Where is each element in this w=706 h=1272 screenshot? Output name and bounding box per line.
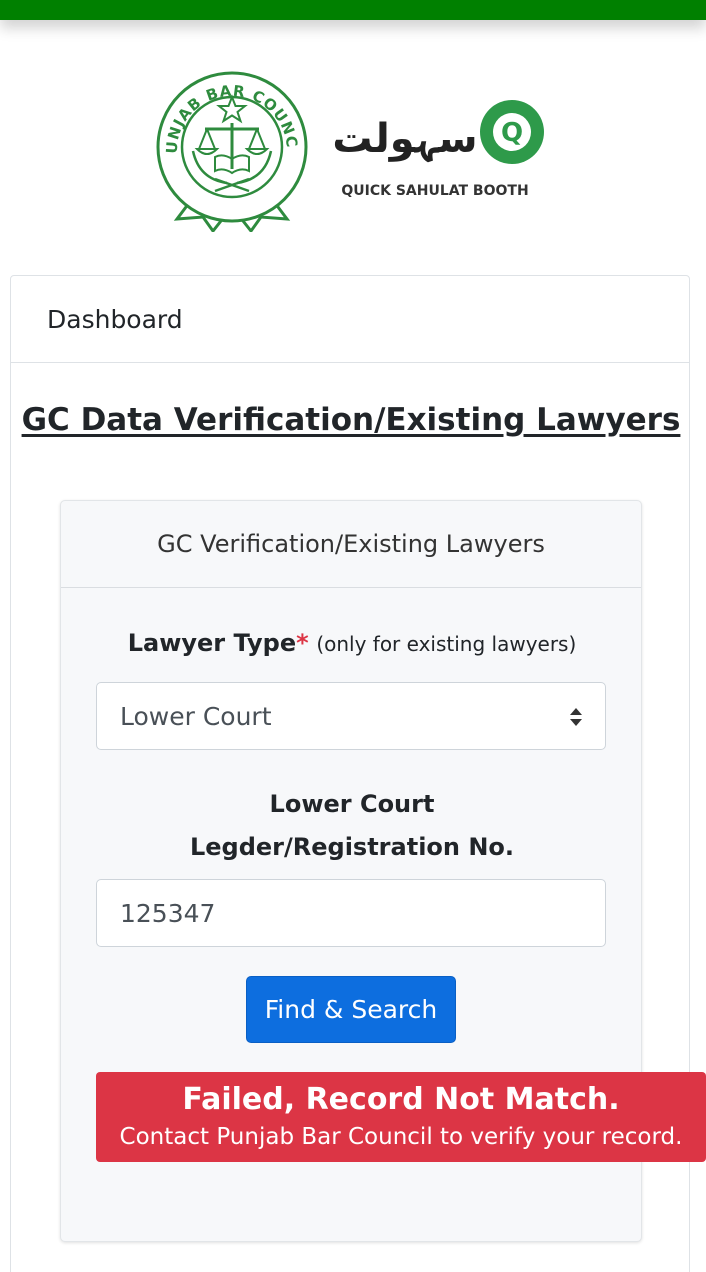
page-title: GC Data Verification/Existing Lawyers (21, 402, 681, 438)
form-card-title: GC Verification/Existing Lawyers (61, 501, 641, 588)
lawyer-type-selected-value: Lower Court (120, 701, 272, 731)
registration-label: Lower Court Legder/Registration No. (61, 783, 643, 869)
find-search-button[interactable]: Find & Search (246, 976, 456, 1043)
lawyer-type-label: Lawyer Type* (only for existing lawyers) (61, 629, 643, 657)
lawyer-type-hint: (only for existing lawyers) (316, 632, 577, 656)
registration-label-line2: Legder/Registration No. (189, 833, 515, 861)
lawyer-type-select[interactable]: Lower Court (96, 682, 606, 750)
alert-title: Failed, Record Not Match. (182, 1082, 620, 1117)
qsb-caption: QUICK SAHULAT BOOTH (341, 183, 528, 199)
top-bar (0, 0, 706, 20)
alert-message: Contact Punjab Bar Council to verify you… (119, 1124, 683, 1150)
select-arrows-icon (570, 708, 582, 726)
qsb-badge-letter: Q (501, 118, 523, 148)
required-mark: * (296, 629, 309, 657)
logo-row: PUNJAB BAR COUNCIL سہولت Q QUICK SAHULAT… (0, 62, 706, 237)
registration-number-input[interactable] (96, 879, 606, 947)
punjab-bar-council-logo: PUNJAB BAR COUNCIL (155, 67, 308, 232)
dashboard-header: Dashboard (11, 276, 689, 363)
error-alert: Failed, Record Not Match. Contact Punjab… (96, 1072, 706, 1162)
lawyer-type-label-text: Lawyer Type (127, 629, 297, 657)
qsb-urdu-wordmark: سہولت (332, 116, 477, 163)
registration-label-line1: Lower Court (269, 790, 435, 818)
quick-sahulat-booth-logo: سہولت Q QUICK SAHULAT BOOTH (332, 100, 544, 199)
